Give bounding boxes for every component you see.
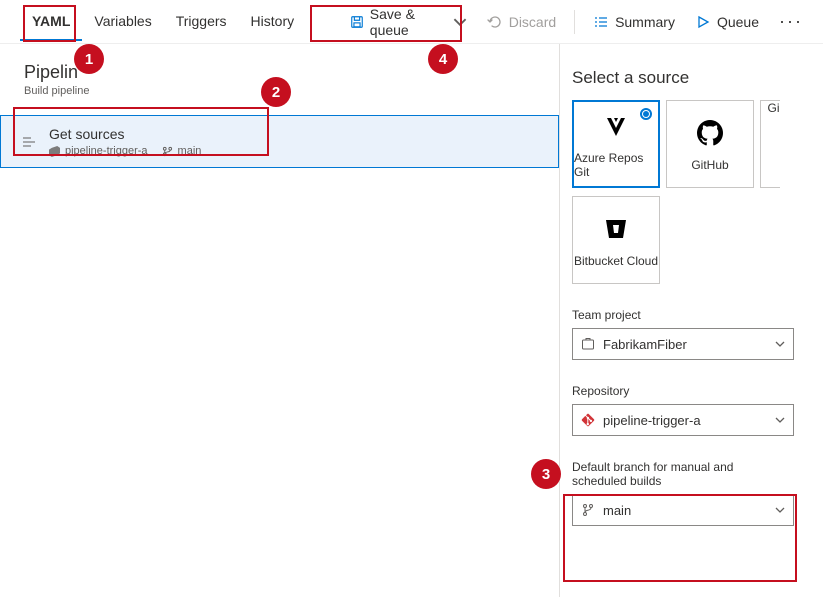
team-project-select[interactable]: FabrikamFiber xyxy=(572,328,794,360)
bitbucket-icon xyxy=(599,212,633,246)
team-project-label: Team project xyxy=(572,308,823,322)
tab-triggers[interactable]: Triggers xyxy=(164,2,239,41)
default-branch-label: Default branch for manual and scheduled … xyxy=(572,460,782,488)
more-actions-button[interactable]: ··· xyxy=(769,5,813,38)
source-bitbucket[interactable]: Bitbucket Cloud xyxy=(572,196,660,284)
chevron-down-icon xyxy=(775,415,785,425)
project-icon xyxy=(581,337,595,351)
source-partial-label: Gi xyxy=(768,101,780,115)
get-sources-title: Get sources xyxy=(49,126,201,142)
azure-devops-icon xyxy=(49,146,60,157)
chevron-down-icon xyxy=(775,505,785,515)
source-azure-label: Azure Repos Git xyxy=(574,151,658,179)
get-sources-row[interactable]: Get sources pipeline-trigger-a main xyxy=(0,115,559,168)
save-and-queue-button[interactable]: Save & queue xyxy=(340,0,477,44)
tab-history[interactable]: History xyxy=(239,2,307,41)
source-bitbucket-label: Bitbucket Cloud xyxy=(574,254,658,268)
summary-label: Summary xyxy=(615,14,675,30)
chevron-down-icon xyxy=(775,339,785,349)
github-icon xyxy=(693,116,727,150)
queue-button[interactable]: Queue xyxy=(685,8,769,36)
default-branch-select[interactable]: main xyxy=(572,494,794,526)
get-sources-repo-label: pipeline-trigger-a xyxy=(65,145,148,157)
pipeline-subtitle: Build pipeline xyxy=(0,85,559,97)
branch-icon xyxy=(581,503,595,517)
toolbar-separator xyxy=(574,10,575,34)
repository-label: Repository xyxy=(572,384,823,398)
discard-label: Discard xyxy=(509,14,556,30)
pipeline-title: Pipelin xyxy=(0,62,559,83)
branch-icon xyxy=(162,146,173,157)
azure-repos-icon xyxy=(599,109,633,143)
repository-value: pipeline-trigger-a xyxy=(603,413,701,428)
discard-button[interactable]: Discard xyxy=(477,8,566,36)
queue-label: Queue xyxy=(717,14,759,30)
tab-variables[interactable]: Variables xyxy=(82,2,163,41)
source-partial[interactable]: Gi xyxy=(760,100,780,188)
source-github-label: GitHub xyxy=(691,158,728,172)
play-icon xyxy=(695,14,711,30)
get-sources-branch: main xyxy=(162,145,202,157)
undo-icon xyxy=(487,14,503,30)
default-branch-value: main xyxy=(603,503,631,518)
select-source-title: Select a source xyxy=(572,68,823,88)
get-sources-repo: pipeline-trigger-a xyxy=(49,145,148,157)
source-azure-repos-git[interactable]: Azure Repos Git xyxy=(572,100,660,188)
team-project-value: FabrikamFiber xyxy=(603,337,687,352)
save-and-queue-label: Save & queue xyxy=(370,6,447,38)
repository-select[interactable]: pipeline-trigger-a xyxy=(572,404,794,436)
source-github[interactable]: GitHub xyxy=(666,100,754,188)
radio-selected-icon xyxy=(640,108,652,120)
git-repo-icon xyxy=(581,413,595,427)
list-icon xyxy=(593,14,609,30)
save-icon xyxy=(350,14,364,30)
tab-yaml[interactable]: YAML xyxy=(20,2,82,41)
get-sources-branch-label: main xyxy=(178,145,202,157)
sources-icon xyxy=(21,134,37,150)
chevron-down-icon xyxy=(453,14,467,30)
summary-button[interactable]: Summary xyxy=(583,8,685,36)
